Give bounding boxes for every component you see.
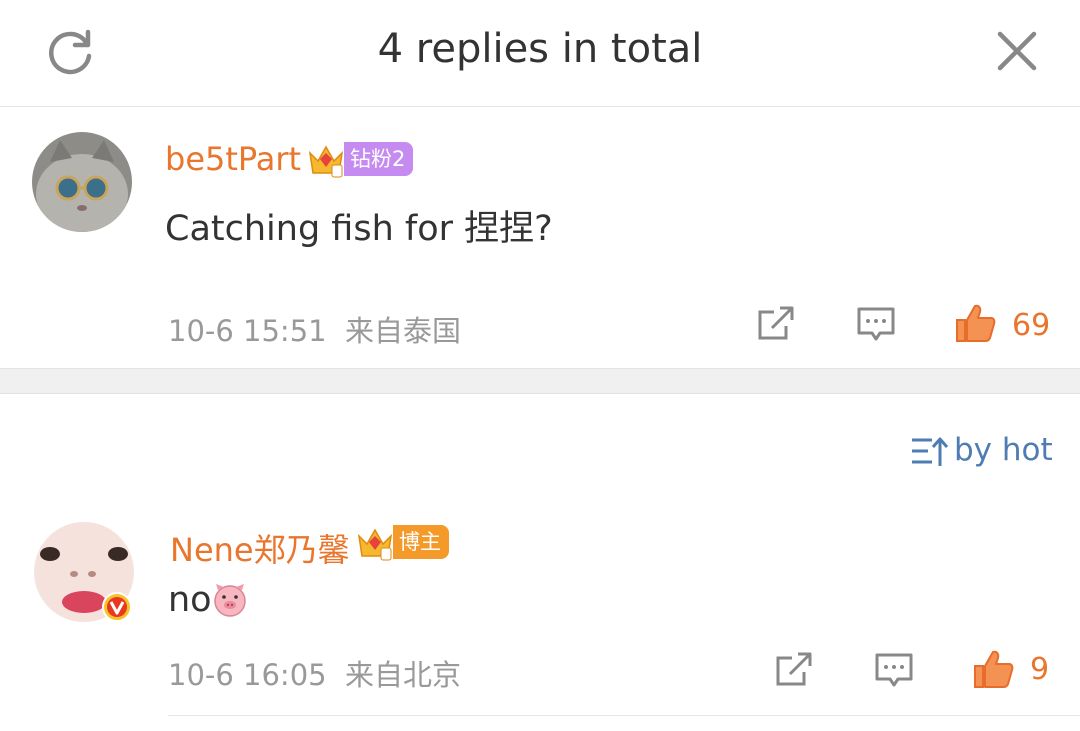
sort-label: by hot	[954, 432, 1053, 468]
like-count: 69	[1012, 308, 1051, 343]
share-icon[interactable]	[774, 650, 814, 690]
reply-time: 10-6 16:05	[168, 658, 327, 692]
page-title: 4 replies in total	[377, 26, 703, 72]
comment-time: 10-6 15:51	[168, 314, 327, 348]
comment-icon[interactable]	[874, 650, 914, 690]
comment-username[interactable]: be5tPart	[165, 140, 301, 178]
replies-header: 4 replies in total	[0, 0, 1080, 107]
pig-face-icon	[214, 584, 246, 617]
comment-meta: 10-6 15:51 来自泰国	[168, 308, 461, 350]
divider	[168, 715, 1080, 716]
reply-comment: Nene郑乃馨 博主 no 10-6 16:05 来自北京 9	[0, 500, 1080, 715]
main-comment: be5tPart 钻粉2 Catching fish for 捏捏? 10-6 …	[0, 106, 1080, 368]
comment-location: 来自泰国	[345, 314, 462, 348]
comment-text: Catching fish for 捏捏?	[165, 209, 553, 249]
like-icon[interactable]	[972, 648, 1014, 690]
like-count: 9	[1030, 652, 1050, 687]
avatar[interactable]	[32, 132, 132, 232]
fan-badge: 钻粉2	[344, 142, 414, 176]
reply-username[interactable]: Nene郑乃馨	[170, 525, 350, 571]
reply-location: 来自北京	[345, 658, 462, 692]
crown-icon	[308, 145, 344, 178]
like-icon[interactable]	[954, 302, 996, 344]
sort-icon	[912, 437, 948, 466]
reply-text: no	[168, 580, 246, 620]
share-icon[interactable]	[756, 304, 796, 344]
crown-icon	[357, 528, 393, 561]
reply-text-content: no	[168, 580, 212, 620]
reply-meta: 10-6 16:05 来自北京	[168, 652, 461, 694]
blogger-badge: 博主	[393, 525, 449, 559]
close-icon[interactable]	[992, 26, 1042, 76]
verified-icon	[102, 592, 132, 622]
comment-icon[interactable]	[856, 304, 896, 344]
section-divider	[0, 368, 1080, 394]
